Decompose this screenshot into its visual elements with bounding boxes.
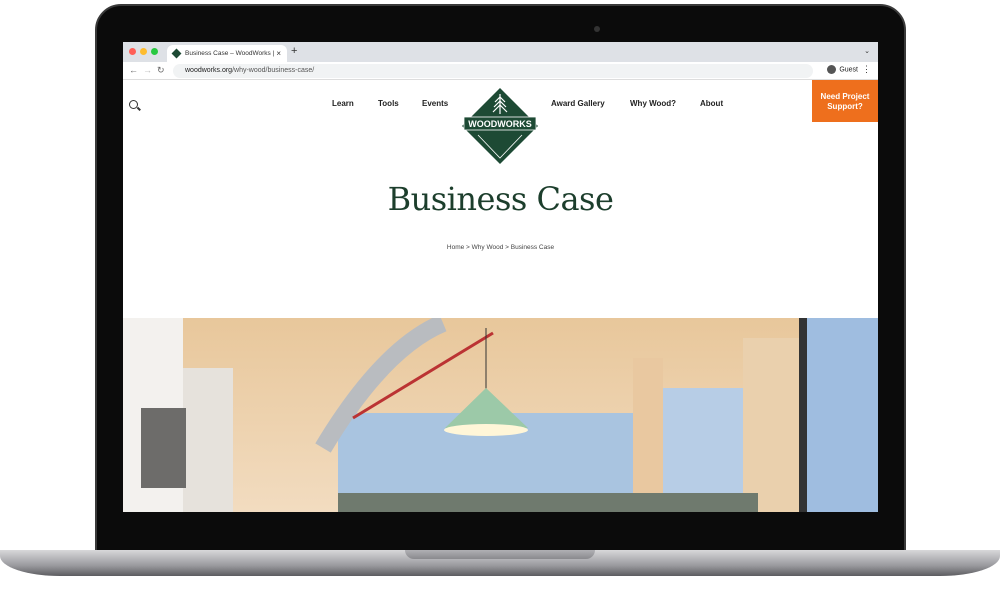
profile-icon [827, 65, 837, 74]
webcam [594, 26, 600, 32]
url-domain: woodworks.org [185, 67, 233, 74]
tab-bar: Business Case – WoodWorks | × + ⌄ [123, 42, 878, 62]
nav-why-wood[interactable]: Why Wood? [630, 99, 676, 108]
cta-line1: Need Project [820, 92, 870, 101]
favicon-icon [171, 48, 182, 59]
profile-button[interactable]: Guest [827, 65, 858, 74]
close-tab-icon[interactable]: × [276, 49, 281, 58]
laptop-notch [405, 550, 595, 559]
nav-tools[interactable]: Tools [378, 99, 399, 108]
minimize-window-button[interactable] [140, 48, 147, 55]
forward-icon[interactable]: → [143, 65, 152, 75]
maximize-window-button[interactable] [151, 48, 158, 55]
url-path: /why-wood/business-case/ [232, 67, 315, 74]
page-content: Learn Tools Events Award Gallery Why Woo… [123, 80, 878, 512]
menu-kebab-icon[interactable]: ⋮ [862, 64, 871, 75]
browser-tab[interactable]: Business Case – WoodWorks | × [167, 45, 287, 62]
profile-label: Guest [839, 66, 858, 74]
browser-window: Business Case – WoodWorks | × + ⌄ ← → ↻ w… [123, 42, 878, 512]
need-project-support-button[interactable]: Need Project Support? [812, 80, 878, 122]
hero-image [123, 318, 878, 512]
back-icon[interactable]: ← [129, 65, 138, 75]
cta-line2: Support? [827, 102, 863, 111]
address-bar: ← → ↻ woodworks.org/why-wood/business-ca… [123, 62, 878, 80]
url-input[interactable]: woodworks.org/why-wood/business-case/ [173, 64, 813, 78]
nav-events[interactable]: Events [422, 99, 448, 108]
search-icon[interactable] [129, 100, 138, 109]
reload-icon[interactable]: ↻ [157, 65, 165, 76]
nav-award-gallery[interactable]: Award Gallery [551, 99, 605, 108]
page-title: Business Case [387, 180, 614, 218]
new-tab-button[interactable]: + [291, 45, 297, 57]
tab-search-chevron-icon[interactable]: ⌄ [864, 47, 870, 55]
nav-learn[interactable]: Learn [332, 99, 354, 108]
svg-text:WOODWORKS: WOODWORKS [468, 119, 532, 129]
nav-about[interactable]: About [700, 99, 723, 108]
breadcrumb[interactable]: Home > Why Wood > Business Case [123, 244, 878, 251]
woodworks-logo[interactable]: WOODWORKS [462, 88, 538, 164]
tab-title: Business Case – WoodWorks | [185, 50, 275, 57]
close-window-button[interactable] [129, 48, 136, 55]
